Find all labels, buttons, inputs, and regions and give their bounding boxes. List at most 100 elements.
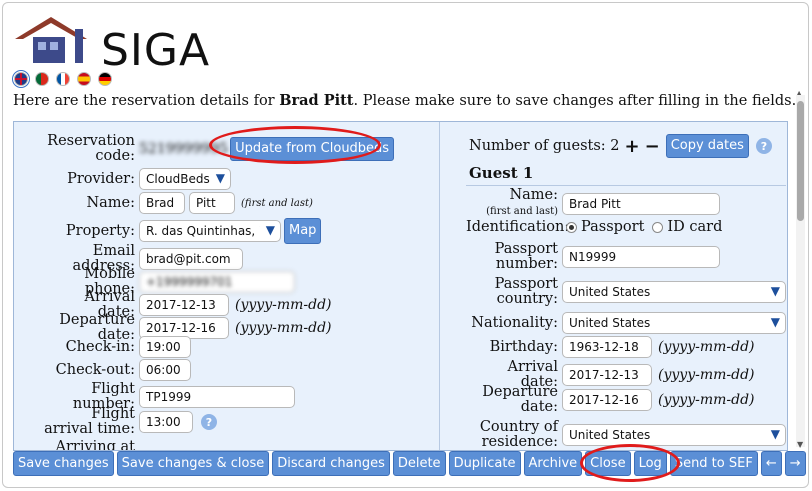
- departure-hint: (yyyy-mm-dd): [235, 320, 332, 336]
- identification-label: Identification:: [466, 218, 570, 235]
- name-label: Name:: [86, 194, 135, 211]
- arriving-at-label: Arriving at the: [55, 439, 135, 451]
- passport-country-label: Passport country:: [494, 276, 558, 307]
- previous-button[interactable]: ←: [760, 451, 782, 476]
- house-logo-icon: [15, 17, 87, 63]
- residence-row: Country of residence: United States ▼: [466, 420, 786, 450]
- duplicate-button[interactable]: Duplicate: [448, 451, 521, 476]
- checkin-input[interactable]: [139, 336, 191, 358]
- provider-select[interactable]: CloudBeds: [139, 168, 231, 190]
- reservation-form-panel: Reservation code: 5219999995 Update from…: [13, 121, 788, 451]
- id-card-radio[interactable]: [652, 221, 664, 233]
- guest-divider: [466, 185, 786, 186]
- send-to-sef-button[interactable]: Send to SEF: [669, 451, 758, 476]
- flight-number-input[interactable]: [139, 386, 295, 408]
- next-button[interactable]: →: [784, 451, 806, 476]
- guest-departure-hint: (yyyy-mm-dd): [658, 392, 755, 408]
- passport-country-select[interactable]: United States: [562, 281, 786, 303]
- checkout-row: Check-out:: [44, 359, 191, 381]
- passport-number-input[interactable]: [562, 246, 720, 268]
- guest-name-label: Name: (first and last): [466, 188, 558, 219]
- checkout-label: Check-out:: [55, 361, 135, 378]
- nationality-row: Nationality: United States ▼: [466, 312, 786, 334]
- discard-changes-button[interactable]: Discard changes: [272, 451, 390, 476]
- guest-name-input[interactable]: [562, 192, 720, 215]
- residence-select[interactable]: United States: [562, 424, 786, 446]
- flag-spain-icon[interactable]: [77, 72, 91, 86]
- save-and-close-button[interactable]: Save changes & close: [116, 451, 270, 476]
- flag-uk-icon[interactable]: [12, 70, 30, 88]
- guests-count-label: Number of guests: 2: [469, 138, 620, 154]
- intro-suffix: . Please make sure to save changes after…: [353, 93, 797, 109]
- nationality-label: Nationality:: [471, 314, 558, 331]
- flag-france-icon[interactable]: [56, 72, 70, 86]
- intro-guest-name: Brad Pitt: [279, 92, 354, 109]
- remove-guest-icon[interactable]: −: [645, 136, 660, 157]
- last-name-input[interactable]: [189, 192, 235, 214]
- archive-button[interactable]: Archive: [523, 451, 583, 476]
- guest-arrival-hint: (yyyy-mm-dd): [658, 367, 755, 383]
- property-label: Property:: [65, 222, 135, 239]
- delete-button[interactable]: Delete: [392, 451, 446, 476]
- intro-text: Here are the reservation details for Bra…: [13, 92, 796, 109]
- arriving-at-row: Arriving at the: [44, 440, 135, 451]
- passport-radio-label: Passport: [581, 219, 645, 235]
- app-window: SIGA Here are the reservation details fo…: [2, 2, 809, 488]
- name-hint: (first and last): [241, 197, 313, 209]
- flight-arrival-label: Flight arrival time:: [44, 406, 135, 437]
- flag-germany-icon[interactable]: [98, 72, 112, 86]
- checkin-label: Check-in:: [65, 338, 135, 355]
- guests-row: Number of guests: 2 + − Copy dates ?: [469, 134, 772, 158]
- birthday-input[interactable]: [562, 336, 652, 358]
- property-select[interactable]: R. das Quintinhas, 7: [139, 220, 281, 242]
- close-button[interactable]: Close: [585, 451, 631, 476]
- name-row: Name: (first and last): [44, 192, 313, 214]
- guest-departure-input[interactable]: [562, 389, 652, 411]
- flag-portugal-icon[interactable]: [35, 72, 49, 86]
- language-selector: [12, 70, 112, 88]
- logo-text: SIGA: [101, 25, 211, 76]
- passport-radio[interactable]: [566, 221, 577, 233]
- action-toolbar: Save changes Save changes & close Discar…: [13, 451, 806, 476]
- passport-number-row: Passport number:: [466, 242, 720, 272]
- guest-arrival-input[interactable]: [562, 364, 652, 386]
- residence-label: Country of residence:: [479, 419, 558, 450]
- flight-arrival-time-input[interactable]: [139, 411, 193, 433]
- help-icon[interactable]: ?: [201, 414, 217, 430]
- update-from-cloudbeds-button[interactable]: Update from Cloudbeds: [230, 137, 395, 161]
- nationality-select[interactable]: United States: [562, 312, 786, 334]
- guest-name-row: Name: (first and last): [466, 188, 720, 219]
- column-divider: [439, 122, 440, 450]
- property-row: Property: R. das Quintinhas, 7 ▼ Map: [44, 218, 322, 244]
- provider-label: Provider:: [67, 170, 135, 187]
- vertical-scrollbar[interactable]: [796, 95, 805, 447]
- passport-country-row: Passport country: United States ▼: [466, 277, 786, 307]
- log-button[interactable]: Log: [633, 451, 667, 476]
- guest-departure-row: Departure date: (yyyy-mm-dd): [466, 384, 755, 415]
- guest-name-label-text: Name:: [509, 187, 558, 203]
- map-button[interactable]: Map: [284, 218, 322, 244]
- flight-arrival-row: Flight arrival time: ?: [44, 407, 217, 437]
- help-icon[interactable]: ?: [755, 138, 772, 154]
- intro-prefix: Here are the reservation details for: [13, 93, 280, 109]
- reservation-code-value: 5219999995: [139, 141, 229, 157]
- birthday-row: Birthday: (yyyy-mm-dd): [466, 336, 755, 358]
- passport-number-label: Passport number:: [494, 241, 558, 272]
- add-guest-icon[interactable]: +: [625, 136, 640, 157]
- siga-logo: SIGA: [13, 15, 213, 73]
- scroll-down-arrow-icon[interactable]: ▼: [797, 440, 803, 449]
- copy-dates-button[interactable]: Copy dates: [665, 134, 749, 158]
- first-name-input[interactable]: [139, 192, 185, 214]
- save-changes-button[interactable]: Save changes: [13, 451, 114, 476]
- guest-departure-label: Departure date:: [482, 384, 558, 415]
- checkin-row: Check-in:: [44, 336, 191, 358]
- guest-name-sublabel: (first and last): [486, 206, 558, 217]
- birthday-hint: (yyyy-mm-dd): [658, 339, 755, 355]
- reservation-code-row: Reservation code: 5219999995 Update from…: [44, 133, 395, 164]
- scrollbar-thumb[interactable]: [797, 101, 804, 221]
- id-card-radio-label: ID card: [667, 219, 723, 235]
- checkout-input[interactable]: [139, 359, 191, 381]
- reservation-code-label: Reservation code:: [47, 133, 135, 164]
- birthday-label: Birthday:: [489, 338, 558, 355]
- identification-row: Identification: Passport ID card: [466, 219, 722, 235]
